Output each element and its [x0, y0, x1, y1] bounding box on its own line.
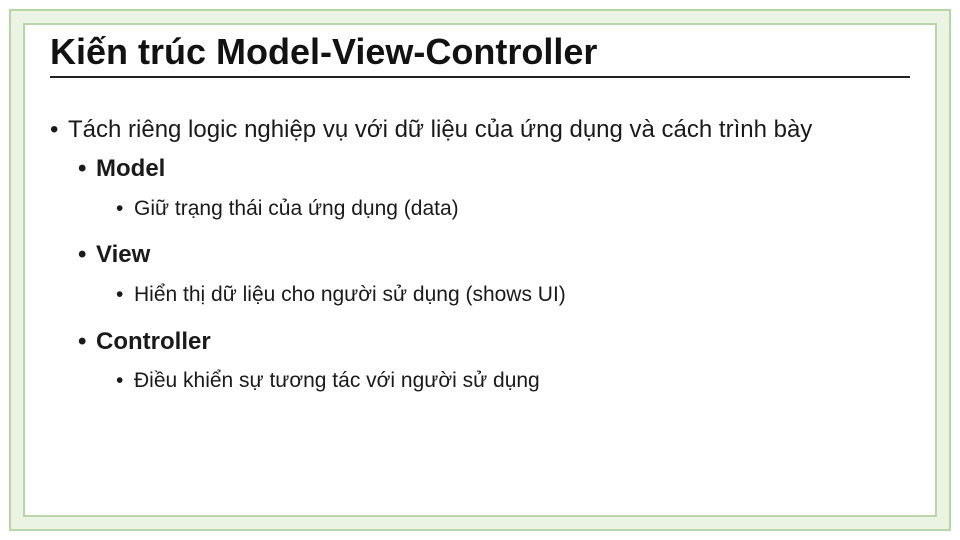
bullet-controller: •Controller [96, 325, 910, 360]
bullet-controller-label: Controller [96, 328, 211, 355]
bullet-view-detail-text: Hiển thị dữ liệu cho người sử dụng (show… [134, 283, 566, 306]
bullet-intro-text: Tách riêng logic nghiệp vụ với dữ liệu c… [68, 116, 812, 143]
bullet-dot-icon: • [78, 325, 96, 360]
bullet-controller-detail: •Điều khiển sự tương tác với người sử dụ… [134, 365, 910, 397]
bullet-controller-detail-text: Điều khiển sự tương tác với người sử dụn… [134, 369, 540, 392]
bullet-dot-icon: • [50, 114, 68, 146]
bullet-dot-icon: • [116, 193, 134, 225]
slide-body: •Tách riêng logic nghiệp vụ với dữ liệu … [50, 114, 910, 397]
bullet-view-label: View [96, 241, 150, 268]
bullet-intro: •Tách riêng logic nghiệp vụ với dữ liệu … [68, 114, 910, 146]
title-underline [50, 76, 910, 78]
bullet-model-detail: •Giữ trạng thái của ứng dụng (data) [134, 193, 910, 225]
bullet-view: •View [96, 238, 910, 273]
bullet-model-label: Model [96, 155, 165, 182]
bullet-model-detail-text: Giữ trạng thái của ứng dụng (data) [134, 197, 459, 220]
slide-title: Kiến trúc Model-View-Controller [50, 32, 910, 72]
bullet-dot-icon: • [116, 279, 134, 311]
bullet-dot-icon: • [116, 365, 134, 397]
bullet-dot-icon: • [78, 238, 96, 273]
bullet-view-detail: •Hiển thị dữ liệu cho người sử dụng (sho… [134, 279, 910, 311]
bullet-dot-icon: • [78, 152, 96, 187]
slide: Kiến trúc Model-View-Controller •Tách ri… [0, 0, 960, 540]
slide-content: Kiến trúc Model-View-Controller •Tách ri… [50, 32, 910, 508]
bullet-model: •Model [96, 152, 910, 187]
